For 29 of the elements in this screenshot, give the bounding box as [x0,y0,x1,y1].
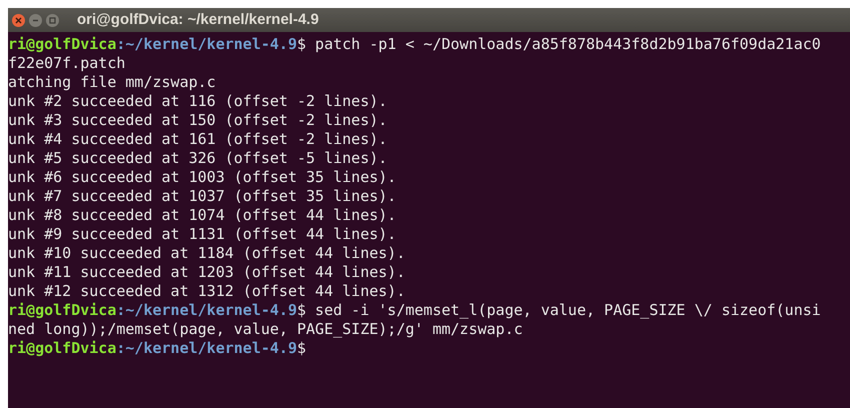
output-line: unk #4 succeeded at 161 (offset -2 lines). [8,130,388,149]
prompt-path: :~/kernel/kernel-4.9 [116,339,297,358]
output-line: f22e07f.patch [8,54,126,73]
prompt-path: :~/kernel/kernel-4.9 [116,35,297,54]
prompt-user: ri@golfDvica [8,339,116,358]
output-line: unk #3 succeeded at 150 (offset -2 lines). [8,111,388,130]
maximize-icon [49,16,56,24]
command-text: $ sed -i 's/memset_l(page, value, PAGE_SIZE \/ sizeof(unsi [297,301,821,320]
maximize-button[interactable] [46,14,59,26]
output-line: unk #10 succeeded at 1184 (offset 44 lines). [8,244,406,263]
output-line: unk #2 succeeded at 116 (offset -2 lines). [8,92,388,111]
output-line: unk #9 succeeded at 1131 (offset 44 lines). [8,225,396,244]
minimize-button[interactable] [29,14,42,26]
prompt-user: ri@golfDvica [8,35,116,54]
output-line: unk #5 succeeded at 326 (offset -5 lines). [8,149,388,168]
output-line: unk #8 succeeded at 1074 (offset 44 lines). [8,206,396,225]
command-text: $ patch -p1 < ~/Downloads/a85f878b443f8d2b91ba76f09da21ac0 [297,35,821,54]
window-title: ori@golfDvica: ~/kernel/kernel-4.9 [77,10,319,30]
output-line: atching file mm/zswap.c [8,73,216,92]
output-line: unk #12 succeeded at 1312 (offset 44 lines). [8,282,406,301]
output-line: unk #7 succeeded at 1037 (offset 35 lines). [8,187,396,206]
prompt-path: :~/kernel/kernel-4.9 [116,301,297,320]
output-line: ned long));/memset(page, value, PAGE_SIZE);/g' mm/zswap.c [8,320,523,339]
command-text: $ [297,339,306,358]
close-button[interactable] [12,14,25,26]
close-icon [15,16,22,24]
output-line: unk #6 succeeded at 1003 (offset 35 lines). [8,168,396,187]
output-line: unk #11 succeeded at 1203 (offset 44 lines). [8,263,406,282]
prompt-user: ri@golfDvica [8,301,116,320]
